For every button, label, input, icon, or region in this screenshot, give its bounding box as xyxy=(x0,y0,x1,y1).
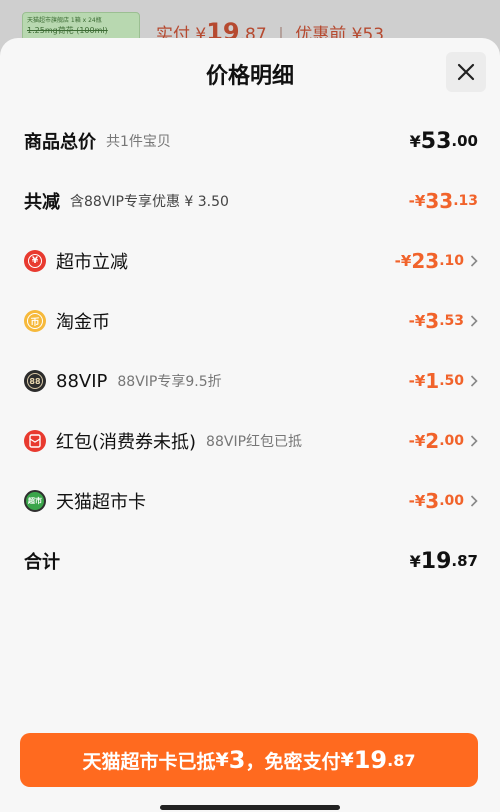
chevron-right-icon[interactable] xyxy=(470,495,478,507)
amount-dec: .00 xyxy=(439,433,464,449)
pay-button-dec: .87 xyxy=(387,750,416,770)
row-label: 合计 xyxy=(24,552,60,573)
pay-button-card-amount: 3 xyxy=(228,746,246,774)
row-total-discount: 共减 含88VIP专享优惠 ¥ 3.50 -¥ 33.13 xyxy=(24,186,478,216)
sheet-title: 价格明细 xyxy=(205,64,294,89)
amount-currency: -¥ xyxy=(408,492,426,510)
amount-dec: .10 xyxy=(439,253,464,269)
row-sub: 共1件宝贝 xyxy=(106,134,171,150)
row-label: 红包(消费券未抵) xyxy=(56,432,197,453)
amount-currency: ¥ xyxy=(409,131,421,151)
row-88vip[interactable]: 88 88VIP 88VIP专享9.5折 -¥ 1.50 xyxy=(24,366,478,396)
row-label: 商品总价 xyxy=(24,132,96,153)
row-grand-total: 合计 ¥19.87 xyxy=(24,546,478,576)
row-red-packet[interactable]: 红包(消费券未抵) 88VIP红包已抵 -¥ 2.00 xyxy=(24,426,478,456)
amount-currency: ¥ xyxy=(409,551,421,571)
chevron-right-icon[interactable] xyxy=(470,255,478,267)
row-tmall-supermarket-card[interactable]: 超市 天猫超市卡 -¥ 3.00 xyxy=(24,486,478,516)
chevron-right-icon[interactable] xyxy=(470,375,478,387)
row-sub: 88VIP专享9.5折 xyxy=(117,374,222,390)
amount-dec: .53 xyxy=(439,313,464,329)
product-thumb-text: 天猫超市旗舰店 1箱 x 24瓶 xyxy=(27,17,102,24)
amount-int: 1 xyxy=(425,369,440,393)
amount-int: 33 xyxy=(425,189,454,213)
amount-currency: -¥ xyxy=(408,192,426,210)
amount-int: 3 xyxy=(425,309,440,333)
tmall-card-icon: 超市 xyxy=(24,490,46,512)
amount-int: 53 xyxy=(420,128,452,154)
amount-int: 3 xyxy=(425,489,440,513)
row-amount: ¥53.00 xyxy=(410,129,478,154)
row-label: 淘金币 xyxy=(56,312,110,333)
red-packet-icon xyxy=(24,430,46,452)
row-amount: -¥ 3.53 xyxy=(409,309,478,333)
amount-currency: -¥ xyxy=(408,312,426,330)
row-sub: 88VIP红包已抵 xyxy=(206,434,303,450)
pay-button[interactable]: 天猫超市卡已抵 ¥3 ，免密支付 ¥19.87 xyxy=(20,733,478,787)
vip-88-icon: 88 xyxy=(24,370,46,392)
amount-int: 2 xyxy=(425,429,440,453)
row-label: 天猫超市卡 xyxy=(56,492,146,513)
amount-dec: .00 xyxy=(439,493,464,509)
row-amount: -¥ 33.13 xyxy=(409,189,478,213)
row-supermarket-discount[interactable]: ¥ 超市立减 -¥ 23.10 xyxy=(24,246,478,276)
amount-currency: -¥ xyxy=(394,252,412,270)
supermarket-discount-icon: ¥ xyxy=(24,250,46,272)
row-label: 88VIP xyxy=(56,370,108,392)
row-amount: -¥ 23.10 xyxy=(395,249,478,273)
row-amount: ¥19.87 xyxy=(410,549,478,574)
amount-dec: .13 xyxy=(453,193,478,209)
pay-button-currency: ¥ xyxy=(340,749,354,771)
product-thumb-spec: 1.25mg荷花 (100ml) xyxy=(27,26,108,35)
home-indicator xyxy=(160,805,340,810)
amount-currency: -¥ xyxy=(408,432,426,450)
close-button[interactable] xyxy=(446,52,486,92)
row-taojinbi[interactable]: 币 淘金币 -¥ 3.53 xyxy=(24,306,478,336)
amount-dec: .00 xyxy=(451,132,478,150)
row-amount: -¥ 2.00 xyxy=(409,429,478,453)
chevron-right-icon[interactable] xyxy=(470,315,478,327)
chevron-right-icon[interactable] xyxy=(470,435,478,447)
row-sub: 含88VIP专享优惠 ¥ 3.50 xyxy=(70,194,229,210)
amount-int: 19 xyxy=(420,548,452,574)
row-label: 超市立减 xyxy=(56,252,128,273)
pay-button-prefix: 天猫超市卡已抵 xyxy=(82,750,216,773)
amount-dec: .87 xyxy=(451,552,478,570)
price-detail-sheet: 价格明细 商品总价 共1件宝贝 ¥53.00 共减 含88VIP专享优惠 ¥ 3… xyxy=(0,38,500,812)
amount-currency: -¥ xyxy=(408,372,426,390)
amount-int: 23 xyxy=(411,249,440,273)
row-amount: -¥ 1.50 xyxy=(409,369,478,393)
row-label: 共减 xyxy=(24,192,60,213)
close-icon xyxy=(457,63,475,81)
amount-dec: .50 xyxy=(439,373,464,389)
row-total-goods-price: 商品总价 共1件宝贝 ¥53.00 xyxy=(24,126,478,156)
pay-button-card-currency: ¥ xyxy=(215,749,229,771)
coin-icon: 币 xyxy=(24,310,46,332)
row-amount: -¥ 3.00 xyxy=(409,489,478,513)
pay-button-middle: ，免密支付 xyxy=(245,750,341,773)
pay-button-int: 19 xyxy=(353,746,388,774)
